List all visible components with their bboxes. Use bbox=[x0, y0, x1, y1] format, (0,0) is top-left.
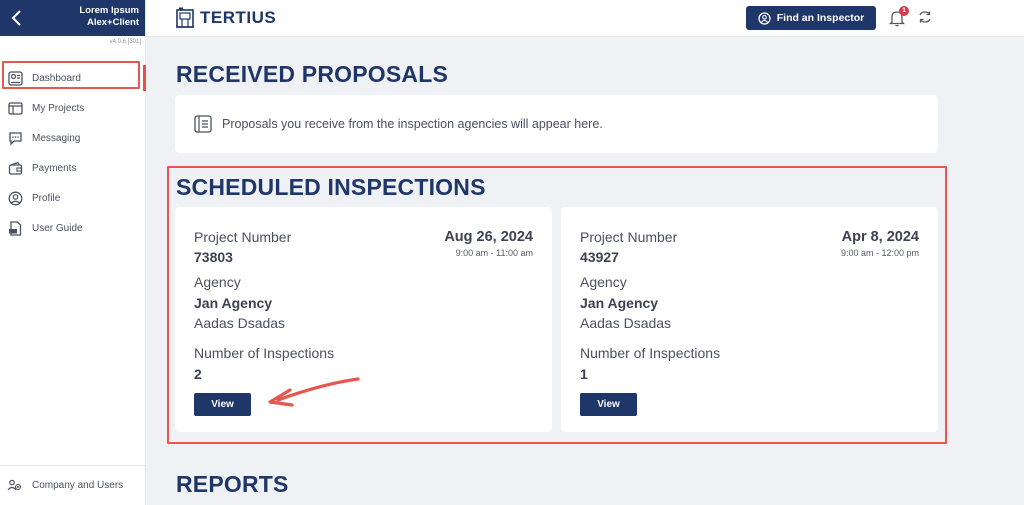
sidebar-item-messaging[interactable]: Messaging bbox=[0, 123, 145, 153]
sidebar-item-label: My Projects bbox=[32, 102, 85, 114]
dashboard-highlight bbox=[2, 61, 140, 89]
inspection-date: Apr 8, 2024 bbox=[841, 229, 919, 245]
sidebar-item-label: Messaging bbox=[32, 132, 81, 144]
inspections-count: 1 bbox=[580, 366, 588, 382]
project-number-label: Project Number bbox=[194, 229, 292, 245]
users-icon bbox=[7, 478, 23, 494]
project-number-label: Project Number bbox=[580, 229, 678, 245]
view-button[interactable]: View bbox=[580, 393, 637, 416]
sidebar-item-my-projects[interactable]: My Projects bbox=[0, 93, 145, 123]
pdf-icon bbox=[7, 220, 23, 236]
projects-icon bbox=[7, 100, 23, 116]
notice-text: Proposals you receive from the inspectio… bbox=[222, 117, 603, 131]
sidebar-item-label: User Guide bbox=[32, 222, 83, 234]
logo[interactable]: TERTIUS bbox=[175, 7, 276, 29]
agency-label: Agency bbox=[194, 274, 241, 290]
received-proposals-title: RECEIVED PROPOSALS bbox=[176, 61, 448, 87]
sidebar-item-company-and-users[interactable]: Company and Users bbox=[0, 465, 145, 505]
inspection-card: Project Number 43927 Apr 8, 2024 9:00 am… bbox=[561, 207, 938, 432]
chevron-left-icon[interactable] bbox=[9, 9, 25, 27]
user-role: Alex+Client bbox=[86, 17, 139, 28]
inspections-count-label: Number of Inspections bbox=[194, 345, 335, 361]
scheduled-inspections-title: SCHEDULED INSPECTIONS bbox=[176, 174, 486, 200]
find-inspector-label: Find an Inspector bbox=[776, 12, 865, 24]
user-name: Lorem Ipsum bbox=[79, 5, 139, 16]
refresh-icon[interactable] bbox=[917, 9, 933, 25]
sidebar-item-label: Payments bbox=[32, 162, 77, 174]
project-number: 73803 bbox=[194, 249, 233, 265]
inspections-count-label: Number of Inspections bbox=[580, 345, 721, 361]
inspection-time: 9:00 am - 11:00 am bbox=[455, 248, 533, 258]
search-user-icon bbox=[758, 11, 771, 25]
user-icon bbox=[7, 190, 23, 206]
inspections-count: 2 bbox=[194, 366, 202, 382]
chat-icon bbox=[7, 130, 23, 146]
inspection-date: Aug 26, 2024 bbox=[444, 229, 533, 245]
inspection-card: Project Number 73803 Aug 26, 2024 9:00 a… bbox=[175, 207, 552, 432]
top-bar: TERTIUS Find an Inspector 1 bbox=[146, 0, 1024, 37]
sidebar-header: Lorem Ipsum Alex+Client bbox=[0, 0, 145, 36]
inspection-time: 9:00 am - 12:00 pm bbox=[840, 248, 919, 258]
sidebar-item-label: Profile bbox=[32, 192, 61, 204]
sidebar-item-user-guide[interactable]: User Guide bbox=[0, 213, 145, 243]
sidebar-item-label: Company and Users bbox=[32, 480, 124, 491]
agency-contact: Aadas Dsadas bbox=[194, 315, 286, 331]
logo-text: TERTIUS bbox=[200, 8, 277, 27]
version-label: v4.0.6 [301] bbox=[109, 39, 141, 45]
building-logo-icon bbox=[176, 7, 194, 28]
reports-title: REPORTS bbox=[176, 471, 289, 497]
annotation-arrow bbox=[268, 377, 360, 407]
proposals-notice: Proposals you receive from the inspectio… bbox=[175, 95, 938, 153]
agency-label: Agency bbox=[580, 274, 627, 290]
agency-contact: Aadas Dsadas bbox=[580, 315, 672, 331]
user-info: Lorem Ipsum Alex+Client bbox=[79, 5, 139, 29]
project-number: 43927 bbox=[580, 249, 619, 265]
find-inspector-button[interactable]: Find an Inspector bbox=[746, 6, 876, 30]
document-icon bbox=[194, 115, 212, 133]
wallet-icon bbox=[7, 160, 23, 176]
notification-badge: 1 bbox=[899, 6, 909, 16]
sidebar-nav: Dashboard My Projects Messaging Payments… bbox=[0, 63, 146, 243]
sidebar-item-profile[interactable]: Profile bbox=[0, 183, 145, 213]
agency-name: Jan Agency bbox=[580, 295, 659, 311]
view-button[interactable]: View bbox=[194, 393, 251, 416]
sidebar-item-payments[interactable]: Payments bbox=[0, 153, 145, 183]
agency-name: Jan Agency bbox=[194, 295, 273, 311]
